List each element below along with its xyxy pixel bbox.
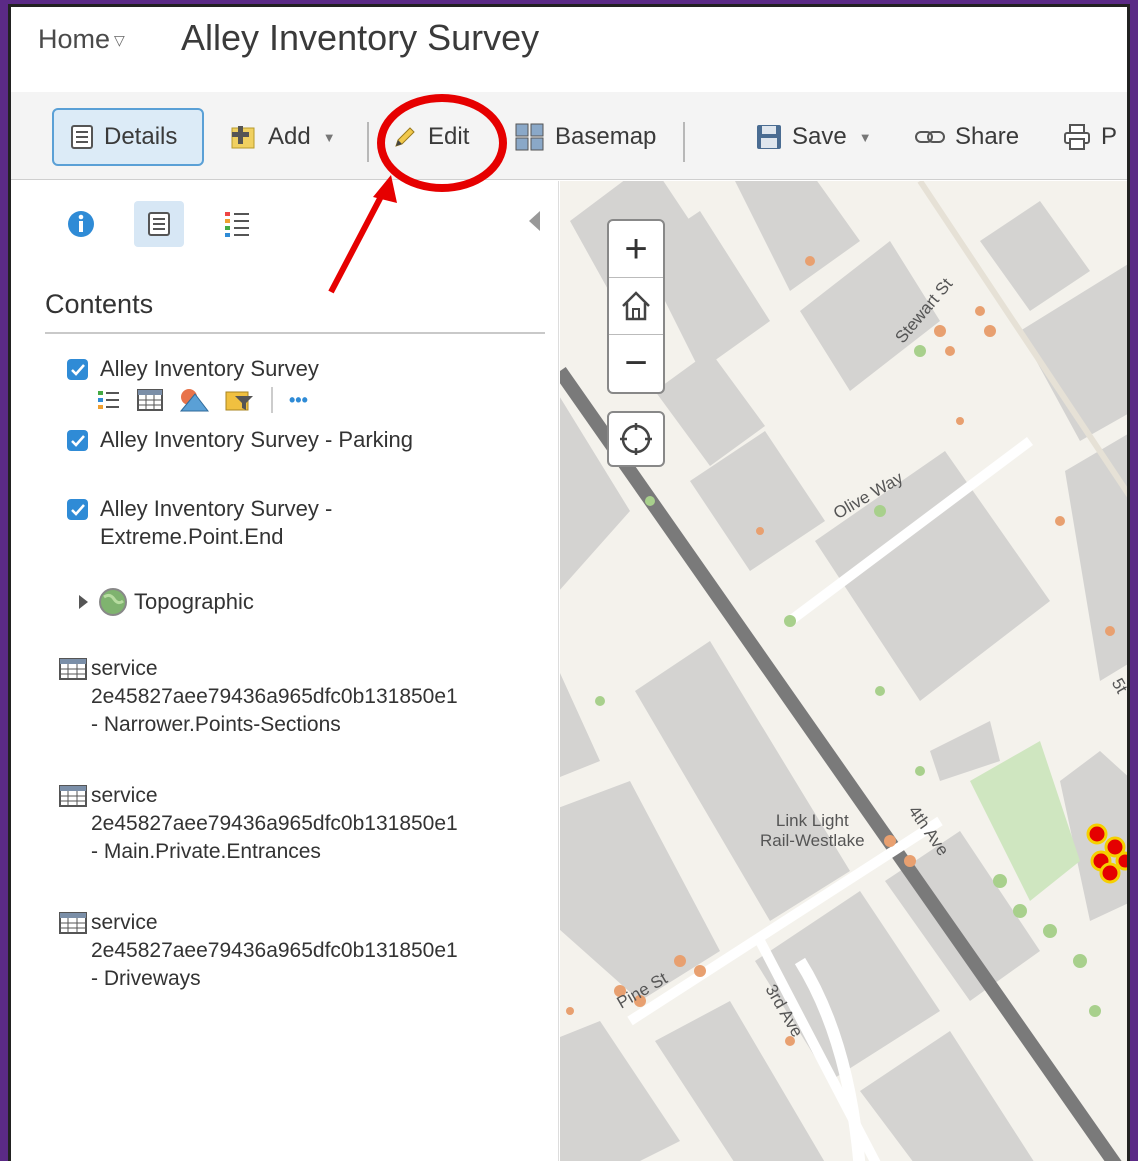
layer-item[interactable]: Alley Inventory Survey - Extreme.Point.E… — [67, 495, 332, 551]
filter-icon[interactable] — [225, 388, 255, 412]
table-id: 2e45827aee79436a965dfc0b131850e1 — [91, 685, 458, 708]
save-icon — [757, 125, 781, 149]
share-button[interactable]: Share — [915, 108, 1019, 166]
basemap-layer-item[interactable]: Topographic — [79, 587, 254, 617]
change-style-icon[interactable] — [179, 388, 209, 412]
details-button[interactable]: Details — [52, 108, 204, 166]
expand-triangle-icon[interactable] — [79, 595, 88, 609]
station-label: Link Light Rail-Westlake — [760, 811, 865, 851]
table-label: service — [91, 911, 158, 934]
add-label: Add — [268, 123, 311, 150]
table-id: 2e45827aee79436a965dfc0b131850e1 — [91, 812, 458, 835]
layer-item[interactable]: Alley Inventory Survey - Parking — [67, 426, 413, 454]
station-label-line: Link Light — [775, 811, 849, 830]
collapse-panel-icon[interactable] — [529, 211, 540, 231]
app-window: Home ▽ Alley Inventory Survey Details Add… — [8, 4, 1130, 1161]
table-item[interactable]: service 2e45827aee79436a965dfc0b131850e1… — [59, 782, 458, 866]
share-label: Share — [955, 123, 1020, 150]
zoom-out-button[interactable]: − — [609, 335, 663, 392]
details-icon — [71, 125, 93, 149]
toolbar-divider — [367, 122, 369, 162]
crosshair-icon — [620, 423, 652, 455]
more-options-icon[interactable]: ••• — [289, 390, 308, 411]
table-suffix: - Driveways — [91, 967, 201, 990]
table-suffix: - Main.Private.Entrances — [91, 840, 321, 863]
print-label: P — [1101, 123, 1118, 150]
attribute-table-icon[interactable] — [137, 389, 163, 411]
legend-toggle-icon[interactable] — [97, 389, 121, 411]
table-label: service — [91, 657, 158, 680]
printer-icon — [1064, 124, 1090, 150]
basemap-grid-icon — [515, 123, 544, 151]
divider — [45, 332, 545, 334]
contents-heading: Contents — [45, 289, 154, 319]
table-suffix: - Narrower.Points-Sections — [91, 713, 341, 736]
toolbar-divider — [683, 122, 685, 162]
print-button[interactable]: P — [1063, 108, 1117, 166]
details-icon — [148, 212, 170, 236]
layer-checkbox[interactable] — [67, 499, 88, 520]
details-label: Details — [104, 123, 178, 150]
checkmark-icon — [70, 363, 85, 376]
zoom-control: + − — [607, 219, 665, 394]
zoom-in-button[interactable]: + — [609, 221, 663, 278]
contents-panel: Contents Alley Inventory Survey ••• Alle… — [11, 181, 559, 1161]
app-header: Home ▽ Alley Inventory Survey — [11, 7, 1127, 92]
chevron-down-icon: ▼ — [858, 129, 872, 145]
link-icon — [915, 131, 945, 143]
layer-label: Alley Inventory Survey — [100, 356, 319, 381]
add-icon — [231, 126, 255, 149]
table-item[interactable]: service 2e45827aee79436a965dfc0b131850e1… — [59, 655, 458, 739]
save-button[interactable]: Save ▼ — [756, 108, 872, 166]
layer-tools: ••• — [97, 387, 308, 413]
layer-item[interactable]: Alley Inventory Survey — [67, 355, 319, 383]
layer-checkbox[interactable] — [67, 430, 88, 451]
checkmark-icon — [70, 434, 85, 447]
table-icon — [59, 912, 87, 934]
panel-tabs — [56, 201, 262, 247]
toolbar: Details Add ▼ Edit Basemap Save ▼ Share P — [11, 92, 1127, 180]
basemap-layer-label: Topographic — [134, 589, 254, 614]
layer-label: Alley Inventory Survey - — [100, 496, 333, 521]
home-icon — [622, 291, 650, 321]
chevron-down-icon: ▼ — [322, 129, 336, 145]
globe-icon — [99, 588, 127, 616]
home-extent-button[interactable] — [609, 278, 663, 335]
info-icon — [68, 211, 94, 237]
locate-button[interactable] — [607, 411, 665, 467]
caret-down-icon: ▽ — [114, 32, 125, 49]
save-label: Save — [792, 123, 847, 150]
divider — [271, 387, 273, 413]
annotation-arrow — [328, 175, 397, 294]
layer-label: Alley Inventory Survey - Parking — [100, 427, 414, 452]
table-icon — [59, 658, 87, 680]
tab-about[interactable] — [56, 201, 106, 247]
station-label-line: Rail-Westlake — [760, 831, 865, 850]
basemap-label: Basemap — [555, 123, 657, 150]
table-item[interactable]: service 2e45827aee79436a965dfc0b131850e1… — [59, 909, 458, 993]
home-label: Home — [38, 24, 111, 54]
home-menu[interactable]: Home ▽ — [38, 24, 125, 55]
checkmark-icon — [70, 503, 85, 516]
legend-list-icon — [225, 212, 249, 237]
layer-label: Extreme.Point.End — [100, 524, 284, 549]
table-id: 2e45827aee79436a965dfc0b131850e1 — [91, 939, 458, 962]
add-button[interactable]: Add ▼ — [230, 108, 336, 166]
tab-legend[interactable] — [212, 201, 262, 247]
table-label: service — [91, 784, 158, 807]
layer-checkbox[interactable] — [67, 359, 88, 380]
basemap-button[interactable]: Basemap — [515, 108, 656, 166]
table-icon — [59, 785, 87, 807]
map-title: Alley Inventory Survey — [181, 17, 540, 58]
tab-contents[interactable] — [134, 201, 184, 247]
